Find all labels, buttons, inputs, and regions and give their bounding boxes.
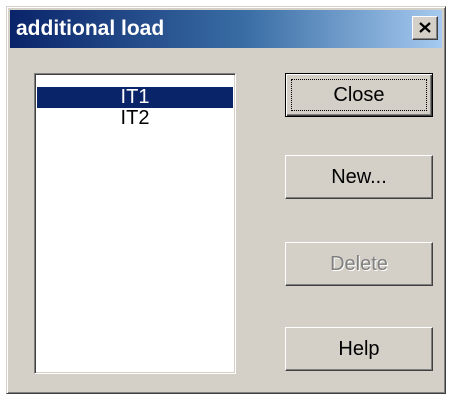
window-title: additional load [16, 17, 165, 40]
close-button-label: Close [291, 79, 427, 111]
help-button[interactable]: Help [285, 327, 433, 371]
load-listbox[interactable]: IT1 IT2 [34, 73, 236, 374]
additional-load-dialog: additional load IT1 IT2 Close New... Del… [6, 6, 446, 394]
delete-button: Delete [285, 242, 433, 286]
list-item-it2[interactable]: IT2 [37, 108, 233, 129]
list-item-it1[interactable]: IT1 [37, 87, 233, 108]
new-button[interactable]: New... [285, 155, 433, 199]
close-x-icon [419, 22, 431, 33]
close-button[interactable]: Close [285, 73, 433, 117]
title-close-button[interactable] [412, 16, 438, 40]
title-bar[interactable]: additional load [10, 10, 442, 48]
